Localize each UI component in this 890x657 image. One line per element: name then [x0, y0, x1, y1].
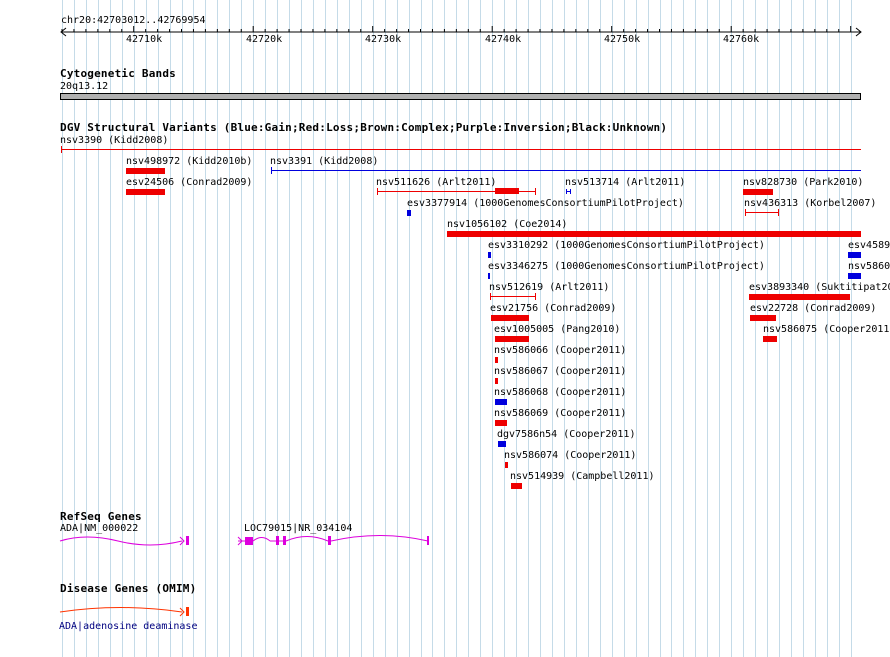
omim-gene-model[interactable] [0, 0, 890, 657]
omim-link-ada[interactable]: ADA|adenosine deaminase [59, 621, 197, 633]
genome-browser: chr20:42703012..42769954 42710k 42720k 4… [0, 0, 890, 657]
